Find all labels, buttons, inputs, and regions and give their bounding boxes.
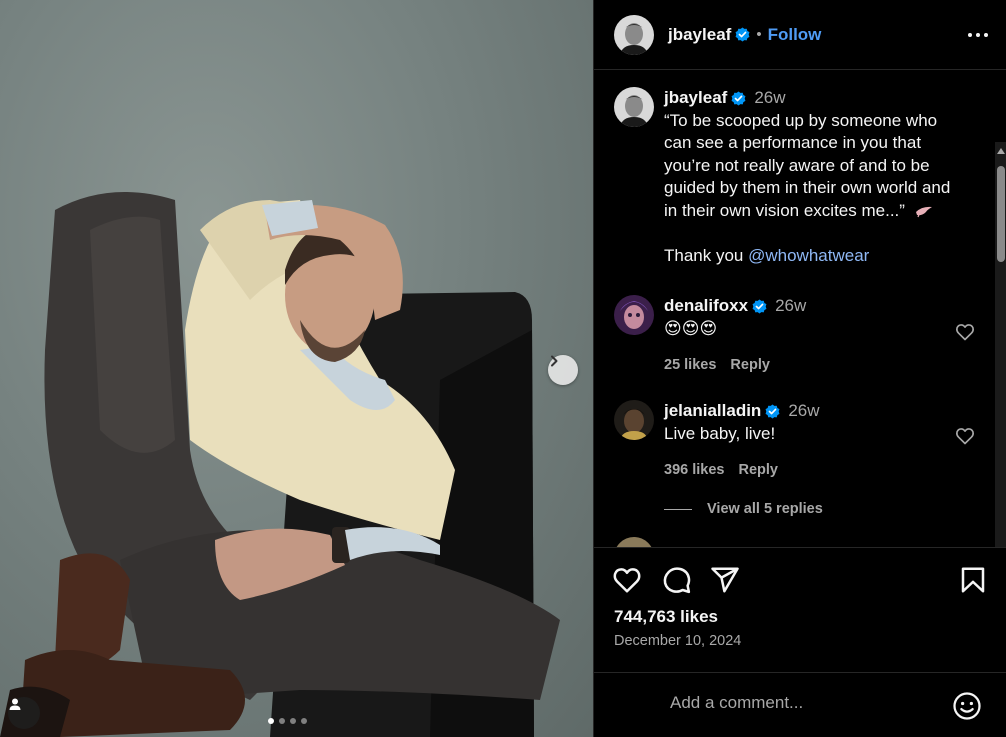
caption-body: jbayleaf 26w “To be scooped up by someone… <box>664 87 969 268</box>
scroll-up-arrow[interactable] <box>997 148 1005 154</box>
heart-icon[interactable] <box>955 426 975 446</box>
reply-button[interactable]: Reply <box>738 462 778 478</box>
scroll-thumb[interactable] <box>997 166 1005 262</box>
comment-item: jelanialladin 26w Live baby, live! 396 li… <box>614 400 969 482</box>
carousel-dot <box>268 718 274 724</box>
comment-text: 😍😍😍 <box>664 318 718 338</box>
add-comment-input[interactable] <box>670 693 940 713</box>
follow-button[interactable]: Follow <box>768 25 822 45</box>
like-count[interactable]: 744,763 likes <box>614 607 718 627</box>
comment-icon[interactable] <box>662 565 692 595</box>
share-icon[interactable] <box>710 565 740 595</box>
heart-icon[interactable] <box>955 322 975 342</box>
carousel-dot <box>290 718 296 724</box>
comment-body: jelanialladin 26w Live baby, live! 396 li… <box>664 400 969 482</box>
author-avatar[interactable] <box>614 87 654 127</box>
caption: jbayleaf 26w “To be scooped up by someone… <box>614 87 969 268</box>
author-avatar[interactable] <box>614 14 654 55</box>
comments-scrollbar[interactable] <box>995 142 1006 547</box>
replies-divider <box>664 508 692 510</box>
reply-button[interactable]: Reply <box>730 357 770 373</box>
comment-likes[interactable]: 25 likes <box>664 357 716 373</box>
action-bar <box>612 565 992 597</box>
bird-emoji-icon <box>915 207 932 218</box>
emoji-icon[interactable] <box>952 691 982 721</box>
photo-illustration <box>0 192 560 737</box>
caption-line: guided by them in their own world and <box>664 178 951 198</box>
carousel-indicator <box>268 718 307 724</box>
post-date[interactable]: December 10, 2024 <box>614 633 741 649</box>
comment-body: denalifoxx 26w 😍😍😍 25 likes Reply <box>664 295 969 377</box>
author-username[interactable]: jbayleaf <box>668 25 731 45</box>
user-tag-icon <box>9 698 21 710</box>
view-replies-button[interactable]: View all 5 replies <box>664 501 823 517</box>
caption-thanks: Thank you <box>664 246 749 266</box>
comment-likes[interactable]: 396 likes <box>664 462 724 478</box>
heart-icon[interactable] <box>612 565 642 595</box>
comment-item: denalifoxx 26w 😍😍😍 25 likes Reply <box>614 295 969 377</box>
chevron-right-icon <box>551 355 558 367</box>
carousel-dot <box>279 718 285 724</box>
carousel-dot <box>301 718 307 724</box>
comment-composer <box>594 672 1006 737</box>
post-details-panel: jbayleaf • Follow jbayleaf 26w “To be sc… <box>593 0 1006 737</box>
verified-badge-icon <box>735 27 750 42</box>
commenter-avatar[interactable] <box>614 295 654 335</box>
comment-text: Live baby, live! <box>664 423 776 443</box>
caption-line: “To be scooped up by someone who <box>664 110 938 130</box>
verified-badge-icon <box>752 299 767 314</box>
verified-badge-icon <box>731 91 746 106</box>
commenter-avatar[interactable] <box>614 537 654 547</box>
caption-age[interactable]: 26w <box>754 88 785 107</box>
verified-badge-icon <box>765 404 780 419</box>
caption-username[interactable]: jbayleaf <box>664 88 727 107</box>
more-icon[interactable] <box>967 24 989 46</box>
header-separator: • <box>756 26 762 43</box>
post-header: jbayleaf • Follow <box>594 0 1006 70</box>
comment-age[interactable]: 26w <box>775 296 806 315</box>
next-slide-button[interactable] <box>548 355 578 385</box>
caption-line: in their own vision excites me...” <box>664 200 905 220</box>
caption-line: you’re not really aware of and to be <box>664 155 930 175</box>
comments-list[interactable]: jbayleaf 26w “To be scooped up by someone… <box>594 71 1006 548</box>
comment-age[interactable]: 26w <box>788 401 819 420</box>
bookmark-icon[interactable] <box>958 565 988 595</box>
user-tags-button[interactable] <box>8 697 40 729</box>
comment-meta: 396 likes Reply <box>664 459 969 482</box>
commenter-avatar[interactable] <box>614 400 654 440</box>
view-replies-label: View all 5 replies <box>707 501 823 517</box>
post-photo <box>0 0 593 737</box>
comment-username[interactable]: denalifoxx <box>664 296 748 315</box>
comment-meta: 25 likes Reply <box>664 354 969 377</box>
caption-line: can see a performance in you that <box>664 133 922 153</box>
comment-username[interactable]: jelanialladin <box>664 401 761 420</box>
caption-mention-link[interactable]: @whowhatwear <box>748 246 869 265</box>
